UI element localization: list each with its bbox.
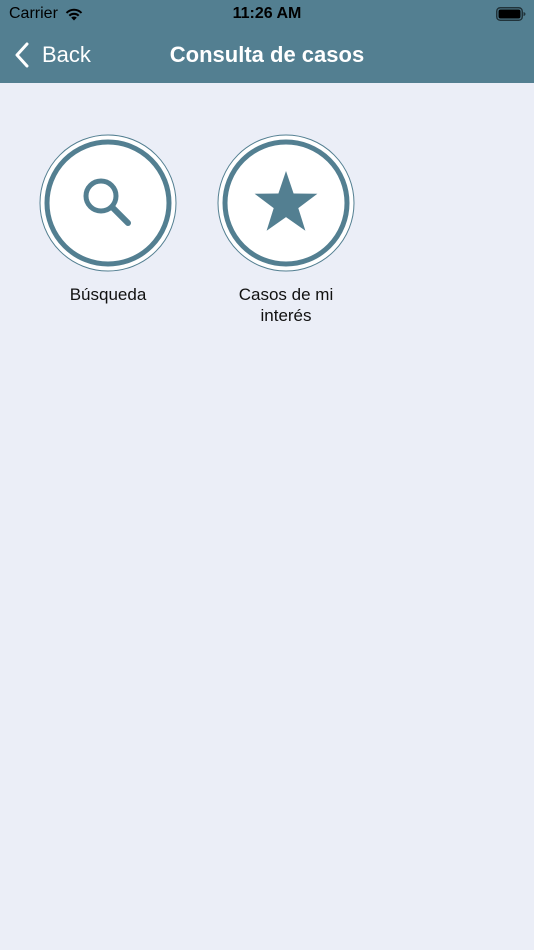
star-icon [217,134,355,272]
menu-item-label: Búsqueda [69,285,147,304]
navigation-bar: Back Consulta de casos [0,28,534,83]
search-icon [39,134,177,272]
menu-item-label: Casos de mi interés [238,285,334,325]
status-bar: Carrier 11:26 AM [0,0,534,28]
status-time: 11:26 AM [232,5,302,22]
menu-item-casos-de-mi-interes[interactable]: Casos de mi interés [206,134,366,326]
top-bar: Carrier 11:26 AM Back Consulta de casos [0,0,534,83]
menu-item-busqueda[interactable]: Búsqueda [28,134,188,305]
battery-icon [496,7,526,21]
page-title: Consulta de casos [169,42,365,67]
